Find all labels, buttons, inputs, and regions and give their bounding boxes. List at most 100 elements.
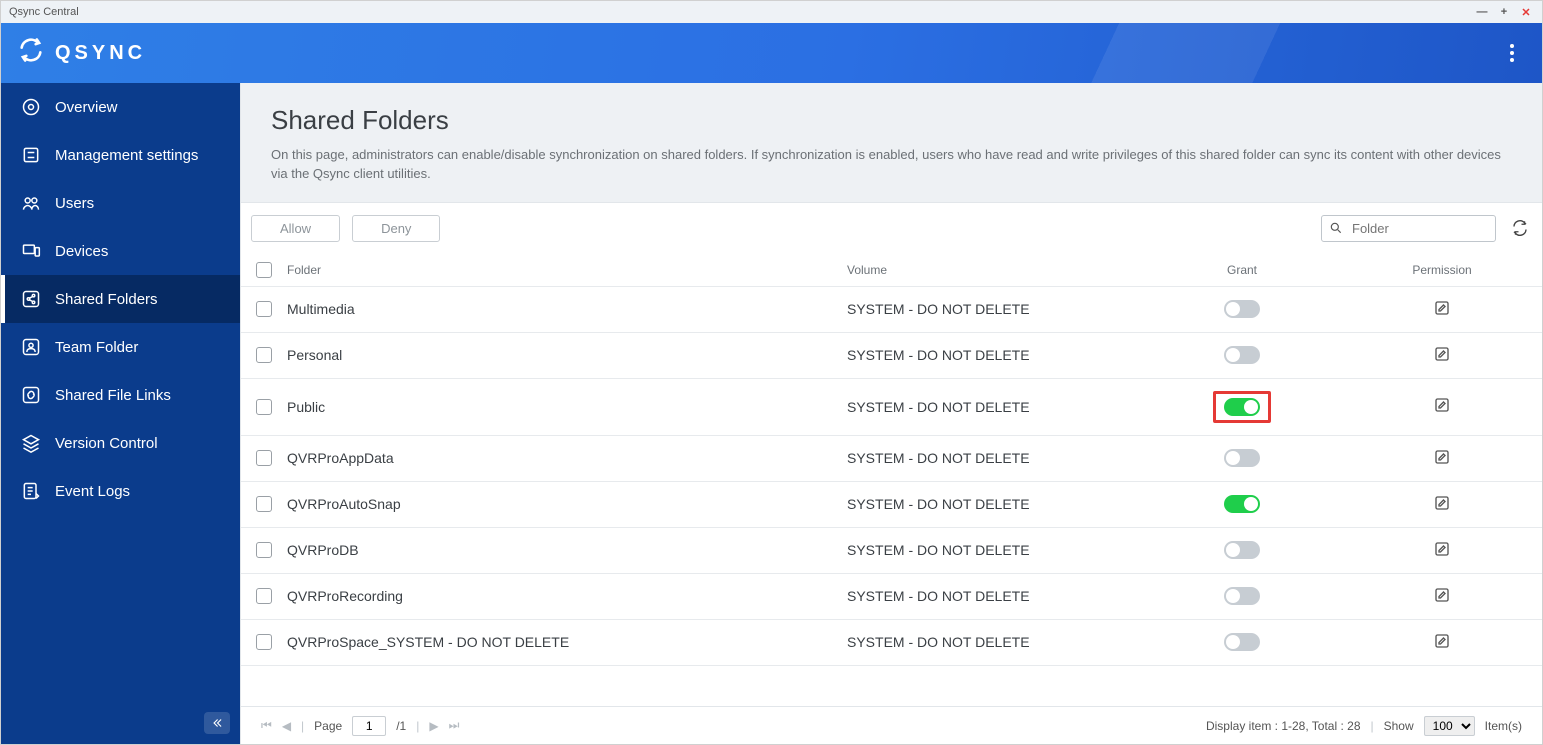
page-size-select[interactable]: 100 [1424,716,1475,736]
grant-toggle[interactable] [1224,541,1260,559]
page-number-input[interactable] [352,716,386,736]
row-checkbox[interactable] [256,542,272,558]
sidebar-item-label: Shared Folders [55,291,158,308]
edit-permission-button[interactable] [1433,540,1451,561]
row-checkbox[interactable] [256,347,272,363]
table-footer: ⏮ ◀ | Page /1 | ▶ ⏭ Display item : 1-28,… [241,706,1542,744]
grant-toggle[interactable] [1224,449,1260,467]
edit-permission-button[interactable] [1433,586,1451,607]
sidebar-item-management-settings[interactable]: Management settings [1,131,240,179]
volume-name: SYSTEM - DO NOT DELETE [847,450,1207,466]
select-all-checkbox[interactable] [256,262,272,278]
row-checkbox[interactable] [256,399,272,415]
folder-name: QVRProRecording [287,588,847,604]
next-page-button[interactable]: ▶ [429,719,438,733]
volume-name: SYSTEM - DO NOT DELETE [847,634,1207,650]
edit-permission-button[interactable] [1433,632,1451,653]
folder-name: QVRProAppData [287,450,847,466]
row-checkbox[interactable] [256,496,272,512]
table-row: QVRProRecordingSYSTEM - DO NOT DELETE [241,574,1542,620]
sidebar-item-label: Users [55,195,94,212]
sidebar-item-shared-file-links[interactable]: Shared File Links [1,371,240,419]
edit-permission-button[interactable] [1433,396,1451,417]
table-row: PublicSYSTEM - DO NOT DELETE [241,379,1542,436]
last-page-button[interactable]: ⏭ [449,718,460,733]
search-icon [1329,221,1343,235]
volume-name: SYSTEM - DO NOT DELETE [847,496,1207,512]
page-label: Page [314,719,342,733]
folder-name: Personal [287,347,847,363]
sidebar-item-overview[interactable]: Overview [1,83,240,131]
window-titlebar: Qsync Central — + ✕ [1,1,1542,23]
folder-name: Multimedia [287,301,847,317]
users-icon [21,193,41,213]
sidebar-item-devices[interactable]: Devices [1,227,240,275]
table-row: QVRProDBSYSTEM - DO NOT DELETE [241,528,1542,574]
sidebar-item-team-folder[interactable]: Team Folder [1,323,240,371]
show-label: Show [1384,719,1414,733]
table-row: MultimediaSYSTEM - DO NOT DELETE [241,287,1542,333]
window-minimize-button[interactable]: — [1474,6,1490,18]
sidebar-collapse-button[interactable] [204,712,230,734]
grant-toggle[interactable] [1224,587,1260,605]
display-summary: Display item : 1-28, Total : 28 [1206,719,1361,733]
sidebar-item-label: Management settings [55,147,198,164]
sidebar-item-label: Overview [55,99,118,116]
row-checkbox[interactable] [256,301,272,317]
search-input[interactable] [1321,215,1496,242]
edit-permission-button[interactable] [1433,345,1451,366]
layers-icon [21,433,41,453]
volume-name: SYSTEM - DO NOT DELETE [847,399,1207,415]
col-permission: Permission [1407,263,1477,277]
sidebar-item-label: Event Logs [55,483,130,500]
eye-icon [21,97,41,117]
refresh-button[interactable] [1508,216,1532,240]
sidebar-item-label: Version Control [55,435,158,452]
table-row: QVRProSpace_SYSTEM - DO NOT DELETESYSTEM… [241,620,1542,666]
col-grant: Grant [1207,263,1277,277]
prev-page-button[interactable]: ◀ [282,719,291,733]
link-icon [21,385,41,405]
table-header-row: Folder Volume Grant Permission [241,254,1542,287]
sidebar-item-users[interactable]: Users [1,179,240,227]
folder-name: QVRProDB [287,542,847,558]
sidebar-item-event-logs[interactable]: Event Logs [1,467,240,515]
grant-toggle[interactable] [1224,346,1260,364]
team-icon [21,337,41,357]
folder-name: QVRProSpace_SYSTEM - DO NOT DELETE [287,634,847,650]
page-title: Shared Folders [271,105,1512,136]
pager: ⏮ ◀ | Page /1 | ▶ ⏭ [261,716,459,736]
grant-toggle[interactable] [1224,300,1260,318]
app-brand: QSYNC [55,42,146,65]
grant-toggle[interactable] [1224,398,1260,416]
window-maximize-button[interactable]: + [1496,6,1512,18]
row-checkbox[interactable] [256,588,272,604]
edit-permission-button[interactable] [1433,494,1451,515]
first-page-button[interactable]: ⏮ [261,718,272,733]
more-menu-button[interactable] [1498,39,1526,67]
row-checkbox[interactable] [256,450,272,466]
log-icon [21,481,41,501]
items-label: Item(s) [1485,719,1522,733]
grant-toggle[interactable] [1224,495,1260,513]
grant-toggle[interactable] [1224,633,1260,651]
page-header: Shared Folders On this page, administrat… [241,83,1542,203]
sidebar-item-label: Devices [55,243,108,260]
allow-button[interactable]: Allow [251,215,340,242]
sidebar-item-version-control[interactable]: Version Control [1,419,240,467]
sidebar-item-shared-folders[interactable]: Shared Folders [1,275,240,323]
table-row: QVRProAppDataSYSTEM - DO NOT DELETE [241,436,1542,482]
volume-name: SYSTEM - DO NOT DELETE [847,301,1207,317]
toolbar: Allow Deny [241,203,1542,254]
volume-name: SYSTEM - DO NOT DELETE [847,588,1207,604]
col-folder: Folder [287,263,847,277]
qsync-logo-icon [17,36,45,70]
row-checkbox[interactable] [256,634,272,650]
volume-name: SYSTEM - DO NOT DELETE [847,347,1207,363]
deny-button[interactable]: Deny [352,215,440,242]
folder-name: Public [287,399,847,415]
edit-permission-button[interactable] [1433,448,1451,469]
edit-permission-button[interactable] [1433,299,1451,320]
main-content: Shared Folders On this page, administrat… [241,83,1542,744]
window-close-button[interactable]: ✕ [1518,6,1534,19]
